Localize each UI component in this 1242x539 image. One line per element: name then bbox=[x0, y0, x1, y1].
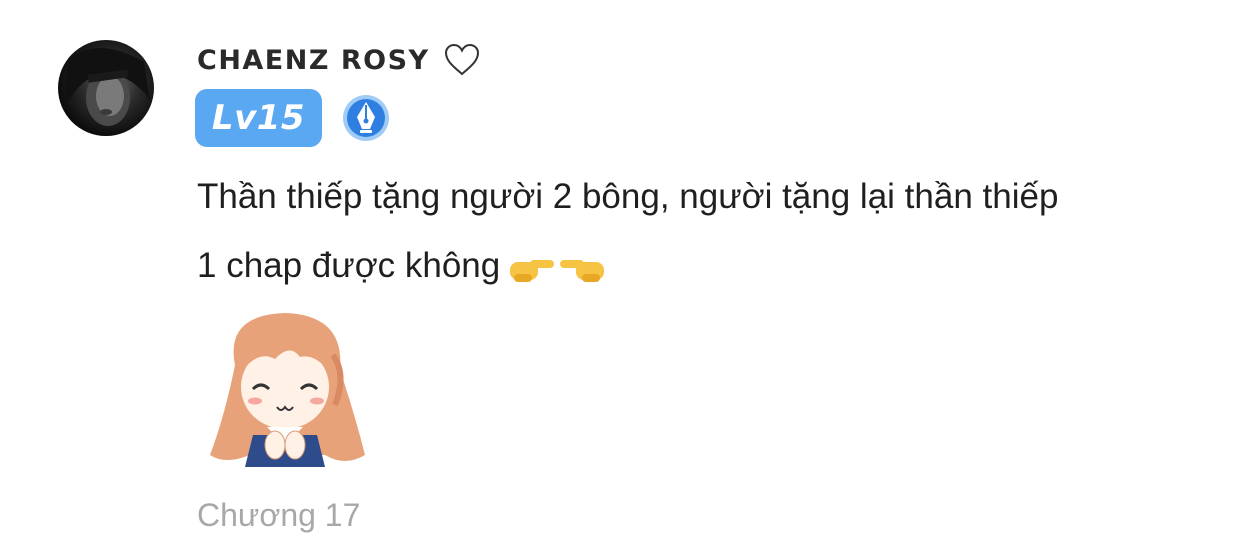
badge-row: Lv15 bbox=[195, 89, 391, 147]
avatar[interactable] bbox=[58, 40, 154, 136]
anime-girl-sticker bbox=[210, 313, 365, 467]
username[interactable]: CHAENZ ROSY bbox=[197, 45, 430, 76]
chapter-label[interactable]: Chương 17 bbox=[197, 497, 360, 534]
comment-text: Thần thiếp tặng người 2 bông, người tặng… bbox=[197, 162, 1207, 300]
comment-text-line-content: 1 chap được không bbox=[197, 246, 501, 285]
comment-item: CHAENZ ROSY Lv15 Thần thiếp tặng người 2… bbox=[0, 0, 1242, 539]
username-row: CHAENZ ROSY bbox=[197, 36, 480, 84]
pen-nib-icon bbox=[343, 95, 389, 141]
comment-text-line: Thần thiếp tặng người 2 bông, người tặng… bbox=[197, 177, 1059, 216]
level-badge: Lv15 bbox=[195, 89, 322, 147]
pointing-hands-emoji-icon bbox=[510, 259, 605, 282]
comment-text-line-2: 1 chap được không bbox=[197, 231, 1207, 300]
heart-icon[interactable] bbox=[444, 43, 480, 77]
